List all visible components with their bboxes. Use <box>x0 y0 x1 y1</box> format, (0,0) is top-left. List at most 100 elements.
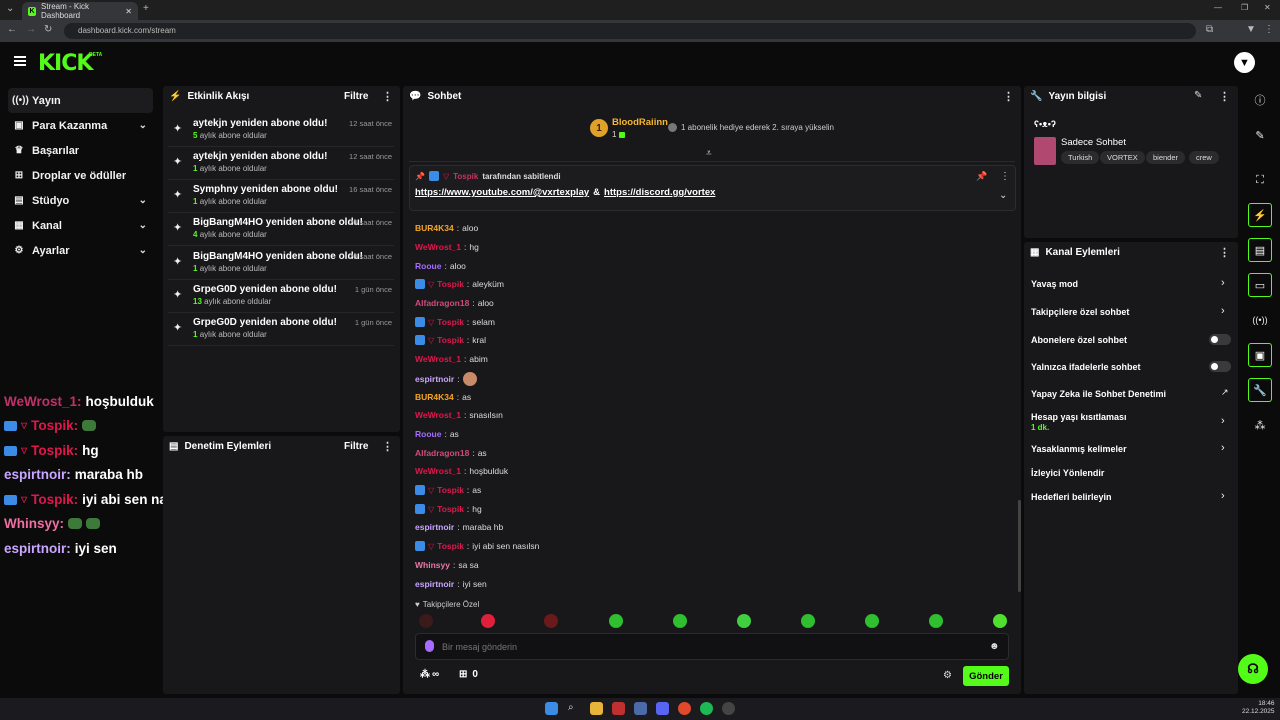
action-banned-words[interactable]: Yasaklanmış kelimeler <box>1031 444 1231 454</box>
chat-settings-icon[interactable]: ⚙ <box>943 670 952 681</box>
chat-message[interactable]: ▽ Tospik: selam <box>415 317 495 327</box>
mic-icon[interactable] <box>425 640 434 652</box>
new-tab-icon[interactable]: + <box>143 3 149 14</box>
chat-message[interactable]: Whinsyy: sa sa <box>415 560 479 570</box>
points-icon[interactable]: ⁂ <box>1248 413 1272 437</box>
chat-message[interactable]: ▽ Tospik: aleyküm <box>415 279 504 289</box>
emote-icon[interactable] <box>673 614 687 628</box>
filter-button[interactable]: Filtre <box>344 91 368 102</box>
restore-icon[interactable]: ❐ <box>1241 3 1248 12</box>
emote-icon[interactable] <box>419 614 433 628</box>
chat-bubble-icon[interactable]: ▭ <box>1248 273 1272 297</box>
chat-message[interactable]: BUR4K34: aloo <box>415 223 478 233</box>
subscribers-only-toggle[interactable] <box>1209 334 1231 345</box>
action-raid[interactable]: İzleyici Yönlendir <box>1031 468 1231 478</box>
more-options-icon[interactable]: ⋮ <box>382 440 393 453</box>
sidebar-item-ayarlar[interactable]: ⚙ Ayarlar ⌄ <box>8 238 153 263</box>
emote-icon[interactable] <box>544 614 558 628</box>
chat-message[interactable]: espirtnoir: iyi sen <box>415 579 487 589</box>
sidebar-item-basarilar[interactable]: ♛ Başarılar <box>8 138 153 163</box>
kick-logo[interactable]: KICK <box>38 51 93 76</box>
action-followers-chat[interactable]: Takipçilere özel sohbet <box>1031 307 1231 317</box>
chat-message[interactable]: ▽ Tospik: hg <box>415 504 482 514</box>
app-icon[interactable] <box>612 702 625 715</box>
broadcast-icon[interactable]: ((•)) <box>1248 308 1272 332</box>
chat-message[interactable]: WeWrost_1: hoşbulduk <box>415 466 508 476</box>
profile-icon[interactable]: ▼ <box>1246 24 1256 35</box>
app-icon[interactable] <box>722 702 735 715</box>
expand-icon[interactable]: ⛶ <box>1248 168 1272 192</box>
chat-message[interactable]: WeWrost_1: hg <box>415 242 479 252</box>
leader-name[interactable]: BloodRaiinn <box>612 117 668 128</box>
emote-icon[interactable] <box>609 614 623 628</box>
lightning-icon[interactable]: ⚡ <box>1248 203 1272 227</box>
chat-message[interactable]: Alfadragon18: as <box>415 448 487 458</box>
back-icon[interactable]: ← <box>7 24 17 35</box>
window-close-icon[interactable]: ✕ <box>1264 3 1271 12</box>
more-options-icon[interactable]: ⋮ <box>1000 171 1010 182</box>
filter-button[interactable]: Filtre <box>344 441 368 452</box>
browser-tab[interactable]: K Stream - Kick Dashboard ✕ <box>22 2 138 20</box>
chat-message[interactable]: espirtnoir: maraba hb <box>415 522 503 532</box>
minimize-icon[interactable]: — <box>1214 3 1222 12</box>
chat-message[interactable]: ▽ Tospik: iyi abi sen nasılsn <box>415 541 539 551</box>
browser-menu-icon[interactable]: ⋮ <box>1264 24 1274 35</box>
clock[interactable]: 18:46 22.12.2025 <box>1242 700 1275 716</box>
action-ai-moderation[interactable]: Yapay Zeka ile Sohbet Denetimi <box>1031 389 1231 399</box>
action-set-goals[interactable]: Hedefleri belirleyin <box>1031 492 1231 502</box>
chat-message[interactable]: Rooue: aloo <box>415 261 466 271</box>
pinned-link[interactable]: https://www.youtube.com/@vxrtexplay <box>415 187 589 198</box>
layout-icon[interactable]: ▣ <box>1248 343 1272 367</box>
sidebar-item-studyo[interactable]: ▤ Stüdyo ⌄ <box>8 188 153 213</box>
hamburger-menu-icon[interactable] <box>14 56 26 66</box>
points-display[interactable]: ⁂ ∞ <box>420 669 439 680</box>
gift-display[interactable]: ⊞ 0 <box>459 669 478 680</box>
support-headset-icon[interactable]: ☊ <box>1238 654 1268 684</box>
emoji-picker-icon[interactable]: ☻ <box>989 641 1000 652</box>
reload-icon[interactable]: ↻ <box>44 24 52 35</box>
emote-icon[interactable] <box>929 614 943 628</box>
emote-only-toggle[interactable] <box>1209 361 1231 372</box>
chat-message[interactable]: ▽ Tospik: kral <box>415 335 486 345</box>
kick-shield-icon[interactable]: ▼ <box>1234 52 1255 73</box>
sidebar-item-para-kazanma[interactable]: ▣ Para Kazanma ⌄ <box>8 113 153 138</box>
collapse-icon[interactable]: ⩡ <box>706 148 712 159</box>
edit-icon[interactable]: ✎ <box>1194 90 1202 101</box>
more-options-icon[interactable]: ⋮ <box>382 90 393 103</box>
spotify-icon[interactable] <box>700 702 713 715</box>
more-options-icon[interactable]: ⋮ <box>1003 90 1014 103</box>
file-explorer-icon[interactable] <box>590 702 603 715</box>
list-item[interactable]: ✦ aytekjn yeniden abone oldu! 5 aylık abon… <box>168 114 394 147</box>
list-item[interactable]: ✦ aytekjn yeniden abone oldu! 1 aylık abon… <box>168 147 394 180</box>
chrome-icon[interactable] <box>678 702 691 715</box>
pinned-link[interactable]: https://discord.gg/vortex <box>604 187 715 198</box>
chat-message[interactable]: WeWrost_1: snasılsın <box>415 410 503 420</box>
more-options-icon[interactable]: ⋮ <box>1219 90 1230 103</box>
sidebar-item-yayin[interactable]: ((•)) Yayın <box>8 88 153 113</box>
chat-message[interactable]: ▽ Tospik: as <box>415 485 481 495</box>
chat-message[interactable]: espirtnoir: <box>415 372 477 386</box>
category-name[interactable]: Sadece Sohbet <box>1061 137 1126 148</box>
wrench-icon[interactable]: 🔧 <box>1248 378 1272 402</box>
info-icon[interactable]: ⓘ <box>1248 88 1272 112</box>
emote-icon[interactable] <box>801 614 815 628</box>
tab-close-icon[interactable]: ✕ <box>125 7 132 16</box>
list-item[interactable]: ✦ Symphny yeniden abone oldu! 1 aylık abon… <box>168 180 394 213</box>
document-icon[interactable]: ▤ <box>1248 238 1272 262</box>
app-icon[interactable] <box>634 702 647 715</box>
url-field[interactable]: dashboard.kick.com/stream <box>64 23 1196 39</box>
forward-icon[interactable]: → <box>26 24 36 35</box>
chat-scrollbar[interactable] <box>1018 500 1021 592</box>
emote-icon[interactable] <box>737 614 751 628</box>
chevron-down-icon[interactable]: ⌄ <box>999 190 1007 201</box>
list-item[interactable]: ✦ GrpeG0D yeniden abone oldu! 13 aylık abo… <box>168 280 394 313</box>
action-account-age[interactable]: Hesap yaşı kısıtlaması <box>1031 412 1231 422</box>
edit-icon[interactable]: ✎ <box>1248 123 1272 147</box>
send-button[interactable]: Gönder <box>963 666 1009 686</box>
search-icon[interactable]: ⌕ <box>568 702 581 715</box>
list-item[interactable]: ✦ BigBangM4HO yeniden abone oldu! 1 aylık … <box>168 247 394 280</box>
chat-message[interactable]: BUR4K34: as <box>415 392 471 402</box>
chat-message[interactable]: WeWrost_1: abim <box>415 354 488 364</box>
tab-search-icon[interactable]: ⌄ <box>6 3 14 14</box>
message-input[interactable] <box>442 637 972 656</box>
